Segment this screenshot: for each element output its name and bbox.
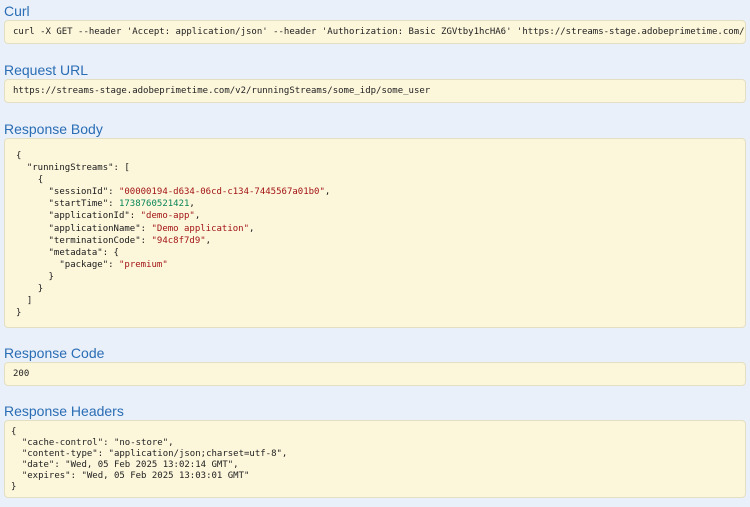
curl-box[interactable]: curl -X GET --header 'Accept: applicatio… <box>4 20 746 44</box>
json-punct: { <box>37 175 44 186</box>
response-headers-title: Response Headers <box>4 403 124 419</box>
response-body-line: "applicationId": "demo-app", <box>16 210 330 222</box>
response-header-line: "expires": "Wed, 05 Feb 2025 13:03:01 GM… <box>11 471 250 481</box>
response-body-title: Response Body <box>4 121 103 137</box>
json-punct: , <box>189 199 195 210</box>
response-code-box[interactable]: 200 <box>4 362 746 386</box>
json-key: "terminationCode" <box>48 235 141 246</box>
response-body-line: "runningStreams": [ <box>16 162 330 174</box>
response-headers-box[interactable]: { "cache-control": "no-store", "content-… <box>4 420 746 498</box>
response-body-line: "sessionId": "00000194-d634-06cd-c134-74… <box>16 186 331 198</box>
json-number: 1738760521421 <box>118 199 190 210</box>
response-body-line: "terminationCode": "94c8f7d9", <box>16 235 330 247</box>
response-body-code: { "runningStreams": [ { "sessionId": "00… <box>16 150 330 319</box>
response-body-box[interactable]: { "runningStreams": [ { "sessionId": "00… <box>4 138 746 328</box>
response-body-line: ] <box>16 295 330 307</box>
code-indent: } <box>16 308 22 319</box>
response-code-title: Response Code <box>4 345 105 361</box>
response-header-line: "cache-control": "no-store", <box>11 438 174 448</box>
json-punct: : <box>108 199 119 210</box>
json-punct: : <box>140 235 152 246</box>
response-body-line: "applicationName": "Demo application", <box>16 223 330 235</box>
json-key: "applicationName" <box>48 223 141 234</box>
json-punct: : { <box>102 247 119 258</box>
json-string: "premium" <box>118 259 168 270</box>
curl-command: curl -X GET --header 'Accept: applicatio… <box>13 27 745 37</box>
json-key: "startTime" <box>48 199 109 210</box>
json-punct: : <box>108 187 119 198</box>
response-body-line: "startTime": 1738760521421, <box>16 198 330 210</box>
response-header-line: { <box>11 427 17 437</box>
json-punct: , <box>194 211 201 222</box>
json-punct: : <box>129 211 141 222</box>
response-body-line: } <box>16 271 330 283</box>
json-punct: : <box>140 223 152 234</box>
curl-title: Curl <box>4 3 30 19</box>
json-string: "94c8f7d9" <box>151 235 206 246</box>
json-punct: ] <box>26 296 33 307</box>
json-key: "runningStreams" <box>26 163 114 174</box>
json-key: "package" <box>59 259 109 270</box>
code-indent: { <box>16 151 22 161</box>
json-key: "sessionId" <box>48 187 109 198</box>
json-punct: , <box>324 187 331 198</box>
response-body-line: } <box>16 283 330 295</box>
json-punct: : <box>108 259 119 270</box>
response-code-value: 200 <box>13 369 30 379</box>
response-header-line: "date": "Wed, 05 Feb 2025 13:02:14 GMT", <box>11 460 239 470</box>
json-punct: } <box>48 271 54 282</box>
response-body-line: { <box>16 150 330 162</box>
json-key: "metadata" <box>48 247 103 258</box>
json-punct: } <box>37 284 44 295</box>
json-punct: , <box>205 235 212 246</box>
json-string: "Demo application" <box>151 223 250 234</box>
response-header-line: } <box>11 482 17 492</box>
response-body-line: } <box>16 307 330 319</box>
request-url-title: Request URL <box>4 62 89 78</box>
request-url-box[interactable]: https://streams-stage.adobeprimetime.com… <box>4 79 746 103</box>
response-header-line: "content-type": "application/json;charse… <box>11 449 288 459</box>
response-body-line: "metadata": { <box>16 247 330 259</box>
json-string: "demo-app" <box>140 211 195 222</box>
request-url-value: https://streams-stage.adobeprimetime.com… <box>13 86 431 96</box>
response-headers-code: { "cache-control": "no-store", "content-… <box>11 427 287 493</box>
json-punct: , <box>249 223 255 234</box>
response-body-line: "package": "premium" <box>16 259 330 271</box>
json-punct: : [ <box>113 163 130 174</box>
response-body-line: { <box>16 174 330 186</box>
json-key: "applicationId" <box>48 211 130 222</box>
json-string: "00000194-d634-06cd-c134-7445567a01b0" <box>118 187 325 198</box>
